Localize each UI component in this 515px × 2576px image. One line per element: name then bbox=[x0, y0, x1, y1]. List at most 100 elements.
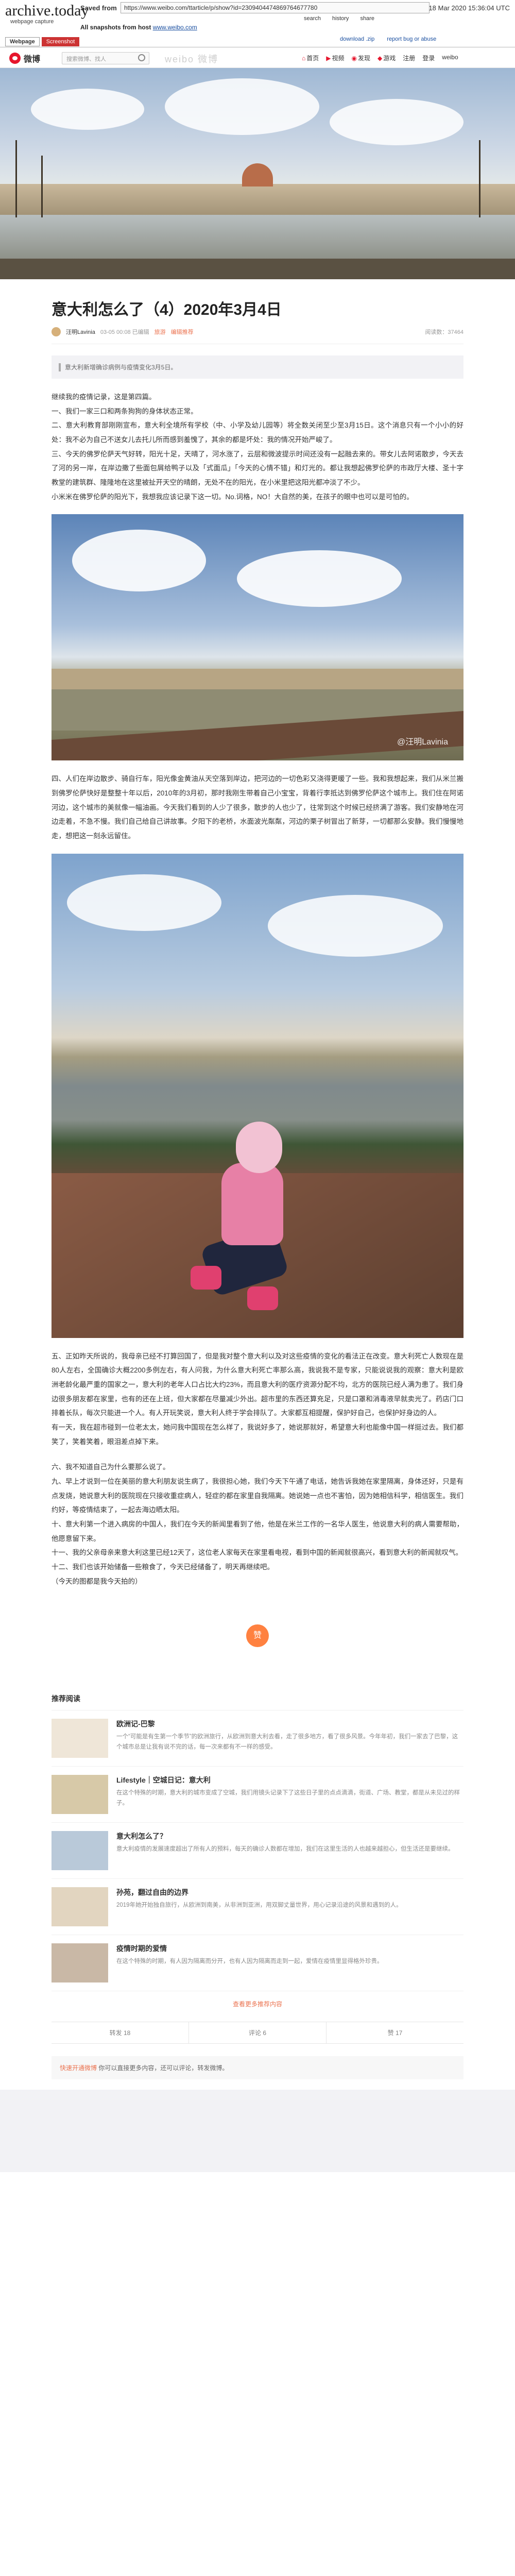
photo-cloud bbox=[237, 550, 402, 607]
photo-girl-on-wall bbox=[52, 853, 464, 1338]
hero-tree bbox=[479, 140, 480, 217]
archive-tabs: Webpage Screenshot bbox=[5, 37, 80, 46]
nav-login[interactable]: 登录 bbox=[422, 54, 435, 62]
weibo-top-nav: 微博 搜索微博、找人 weibo 微博 ⌂ 首页 ▶ 视频 ◉ 发现 ◆ 游戏 注册 登… bbox=[0, 47, 515, 68]
discover-icon: ◉ bbox=[351, 55, 357, 62]
reward-button[interactable]: 赞 bbox=[246, 1624, 269, 1648]
photo-cloud bbox=[268, 894, 443, 957]
comment-button[interactable]: 评论 6 bbox=[188, 2022, 326, 2044]
nav-video[interactable]: ▶ 视频 bbox=[326, 54, 344, 62]
recommend-item-title[interactable]: 疫情时期的爱情 bbox=[116, 1943, 464, 1954]
nav-home-label: 首页 bbox=[306, 55, 319, 62]
nav-weibo[interactable]: weibo bbox=[442, 54, 458, 62]
repost-button[interactable]: 转发 18 bbox=[52, 2022, 188, 2043]
signup-footer: 快速开通微博 你可以直接更多内容，还可以评论，转发微博。 bbox=[52, 2056, 464, 2080]
recommend-item-desc: 2019年她开始独自旅行，从欧洲到南美，从非洲到亚洲，用双脚丈量世界，用心记录沿… bbox=[116, 1902, 402, 1909]
article-notice: 意大利新增确诊病例与疫情变化3月5日。 bbox=[52, 355, 464, 379]
report-bug-link[interactable]: report bug or abuse bbox=[387, 36, 436, 42]
recommend-item-title[interactable]: 欧洲记-巴黎 bbox=[116, 1719, 464, 1729]
recommend-item-desc: 在这个特殊的时期，有人因为隔离而分开，也有人因为隔离而走到一起，爱情在疫情里显得… bbox=[116, 1958, 383, 1965]
recommend-thumbnail bbox=[52, 1943, 108, 1983]
recommend-item[interactable]: 孙苑，翻过自由的边界 2019年她开始独自旅行，从欧洲到南美，从非洲到亚洲，用双… bbox=[52, 1879, 464, 1936]
nav-game[interactable]: ◆ 游戏 bbox=[377, 54, 396, 62]
tool-history[interactable]: history bbox=[332, 15, 349, 22]
archive-logo[interactable]: archive.today bbox=[5, 2, 89, 20]
signup-text: 你可以直接更多内容，还可以评论，转发微博。 bbox=[98, 2064, 229, 2072]
recommend-item[interactable]: 意大利怎么了？ 意大利疫情的发展速度超出了所有人的预料，每天的确诊人数都在增加，… bbox=[52, 1823, 464, 1879]
recommend-thumbnail bbox=[52, 1719, 108, 1758]
host-link[interactable]: www.weibo.com bbox=[153, 24, 197, 31]
article-date: 03-05 00:08 已编辑 bbox=[100, 329, 149, 335]
photo-girl-boot bbox=[247, 1286, 278, 1310]
recommend-item-desc: 在这个特殊的时期，意大利的城市变成了空城，我们用镜头记录下了这些日子里的点点滴滴… bbox=[116, 1790, 460, 1807]
photo-girl-hat bbox=[236, 1121, 282, 1173]
nav-home[interactable]: ⌂ 首页 bbox=[302, 54, 319, 62]
weibo-eye-icon bbox=[9, 53, 21, 64]
home-icon: ⌂ bbox=[302, 55, 306, 62]
recommend-thumbnail bbox=[52, 1775, 108, 1815]
hero-city bbox=[0, 184, 515, 215]
tool-search[interactable]: search bbox=[304, 15, 321, 22]
tool-share[interactable]: share bbox=[360, 15, 374, 22]
nav-video-label: 视频 bbox=[332, 55, 345, 62]
recommend-item-title[interactable]: 孙苑，翻过自由的边界 bbox=[116, 1887, 464, 1897]
all-snapshots-text: All snapshots from host bbox=[80, 24, 151, 31]
weibo-logo-text: 微博 bbox=[24, 55, 41, 64]
recommend-item-desc: 意大利疫情的发展速度超出了所有人的预料，每天的确诊人数都在增加，我们在这里生活的… bbox=[116, 1846, 454, 1853]
notice-text: 意大利新增确诊病例与疫情变化3月5日。 bbox=[65, 364, 177, 371]
recommend-section: 推荐阅读 欧洲记-巴黎 一个“可能是有生第一个季节”的欧洲旅行，从欧洲到意大利去… bbox=[52, 1693, 464, 2022]
avatar[interactable] bbox=[52, 327, 61, 336]
tag-travel[interactable]: 旅游 bbox=[154, 328, 166, 336]
saved-url-field[interactable]: https://www.weibo.com/ttarticle/p/show?i… bbox=[121, 2, 430, 13]
signup-link[interactable]: 快速开通微博 bbox=[60, 2064, 97, 2072]
hero-cloud bbox=[330, 99, 464, 145]
photo-cloud bbox=[67, 874, 221, 931]
article-title: 意大利怎么了（4）2020年3月4日 bbox=[52, 301, 282, 318]
recommend-item[interactable]: 疫情时期的爱情 在这个特殊的时期，有人因为隔离而分开，也有人因为隔离而走到一起，… bbox=[52, 1935, 464, 1992]
article-paragraph-1: 继续我的疫情记录，这是第四篇。 一、我们一家三口和两条狗狗的身体状态正常。 二、… bbox=[52, 393, 464, 501]
nav-menu: ⌂ 首页 ▶ 视频 ◉ 发现 ◆ 游戏 注册 登录 weibo bbox=[302, 54, 458, 62]
weibo-logo[interactable]: 微博 bbox=[9, 52, 40, 64]
download-zip-link[interactable]: download .zip bbox=[340, 36, 374, 42]
tab-webpage[interactable]: Webpage bbox=[5, 37, 40, 46]
hero-cloud bbox=[31, 89, 144, 130]
article-paragraph-3: 五、正如昨天所说的，我母亲已经不打算回国了，但是我对整个意大利以及对这些疫情的变… bbox=[52, 1352, 464, 1446]
read-count: 阅读数：37464 bbox=[425, 329, 464, 335]
hero-dome bbox=[242, 163, 273, 187]
recommend-item-desc: 一个“可能是有生第一个季节”的欧洲旅行，从欧洲到意大利去看，走了很多地方，看了很… bbox=[116, 1734, 458, 1751]
photo-cloud bbox=[72, 530, 206, 592]
archive-tools: search history share bbox=[304, 15, 374, 22]
all-snapshots-label: All snapshots from host www.weibo.com bbox=[80, 24, 197, 31]
nav-register[interactable]: 注册 bbox=[403, 54, 415, 62]
nav-game-label: 游戏 bbox=[383, 55, 396, 62]
photo-watermark: @汪明Lavinia bbox=[397, 738, 448, 747]
recommend-item-title[interactable]: 意大利怎么了？ bbox=[116, 1831, 464, 1841]
archive-header: archive.today webpage capture Saved from… bbox=[0, 0, 515, 47]
recommend-item-title[interactable]: Lifestyle｜空城日记：意大利 bbox=[116, 1775, 464, 1785]
recommend-thumbnail bbox=[52, 1887, 108, 1927]
article: 意大利怎么了（4）2020年3月4日 汪明Lavinia 03-05 00:08… bbox=[52, 279, 464, 1648]
author-name[interactable]: 汪明Lavinia bbox=[66, 328, 95, 336]
photo-river-florence: @汪明Lavinia bbox=[52, 514, 464, 761]
search-icon[interactable] bbox=[138, 54, 145, 61]
recommend-item[interactable]: Lifestyle｜空城日记：意大利 在这个特殊的时期，意大利的城市变成了空城，… bbox=[52, 1767, 464, 1823]
article-paragraph-2: 四、人们在岸边散步、骑自行车，阳光像金黄油从天空落到岸边，把河边的一切色彩又浇得… bbox=[52, 775, 464, 840]
like-button[interactable]: 赞 17 bbox=[326, 2022, 464, 2044]
archive-tools-2: download .zip report bug or abuse bbox=[340, 36, 436, 42]
nav-discover[interactable]: ◉ 发现 bbox=[352, 54, 371, 62]
search-input[interactable]: 搜索微博、找人 bbox=[62, 52, 149, 64]
archive-subtitle: webpage capture bbox=[10, 19, 54, 25]
nav-discover-label: 发现 bbox=[358, 55, 371, 62]
hero-river bbox=[0, 215, 515, 261]
recommend-more-link[interactable]: 查看更多推荐内容 bbox=[52, 1991, 464, 2022]
article-paragraph-4: 六、我不知道自己为什么要那么说了。 九、早上才说到一位在美丽的意大利朋友说生病了… bbox=[52, 1463, 464, 1585]
hero-bank bbox=[0, 259, 515, 279]
photo-girl-body bbox=[221, 1162, 283, 1245]
tab-screenshot[interactable]: Screenshot bbox=[41, 37, 80, 46]
recommend-thumbnail bbox=[52, 1831, 108, 1871]
article-meta: 汪明Lavinia 03-05 00:08 已编辑 旅游 编辑推荐 阅读数：37… bbox=[52, 327, 464, 344]
recommend-item[interactable]: 欧洲记-巴黎 一个“可能是有生第一个季节”的欧洲旅行，从欧洲到意大利去看，走了很… bbox=[52, 1710, 464, 1767]
saved-date: 18 Mar 2020 15:36:04 UTC bbox=[428, 4, 510, 12]
game-icon: ◆ bbox=[377, 55, 383, 62]
tag-editor-pick[interactable]: 编辑推荐 bbox=[171, 328, 194, 336]
